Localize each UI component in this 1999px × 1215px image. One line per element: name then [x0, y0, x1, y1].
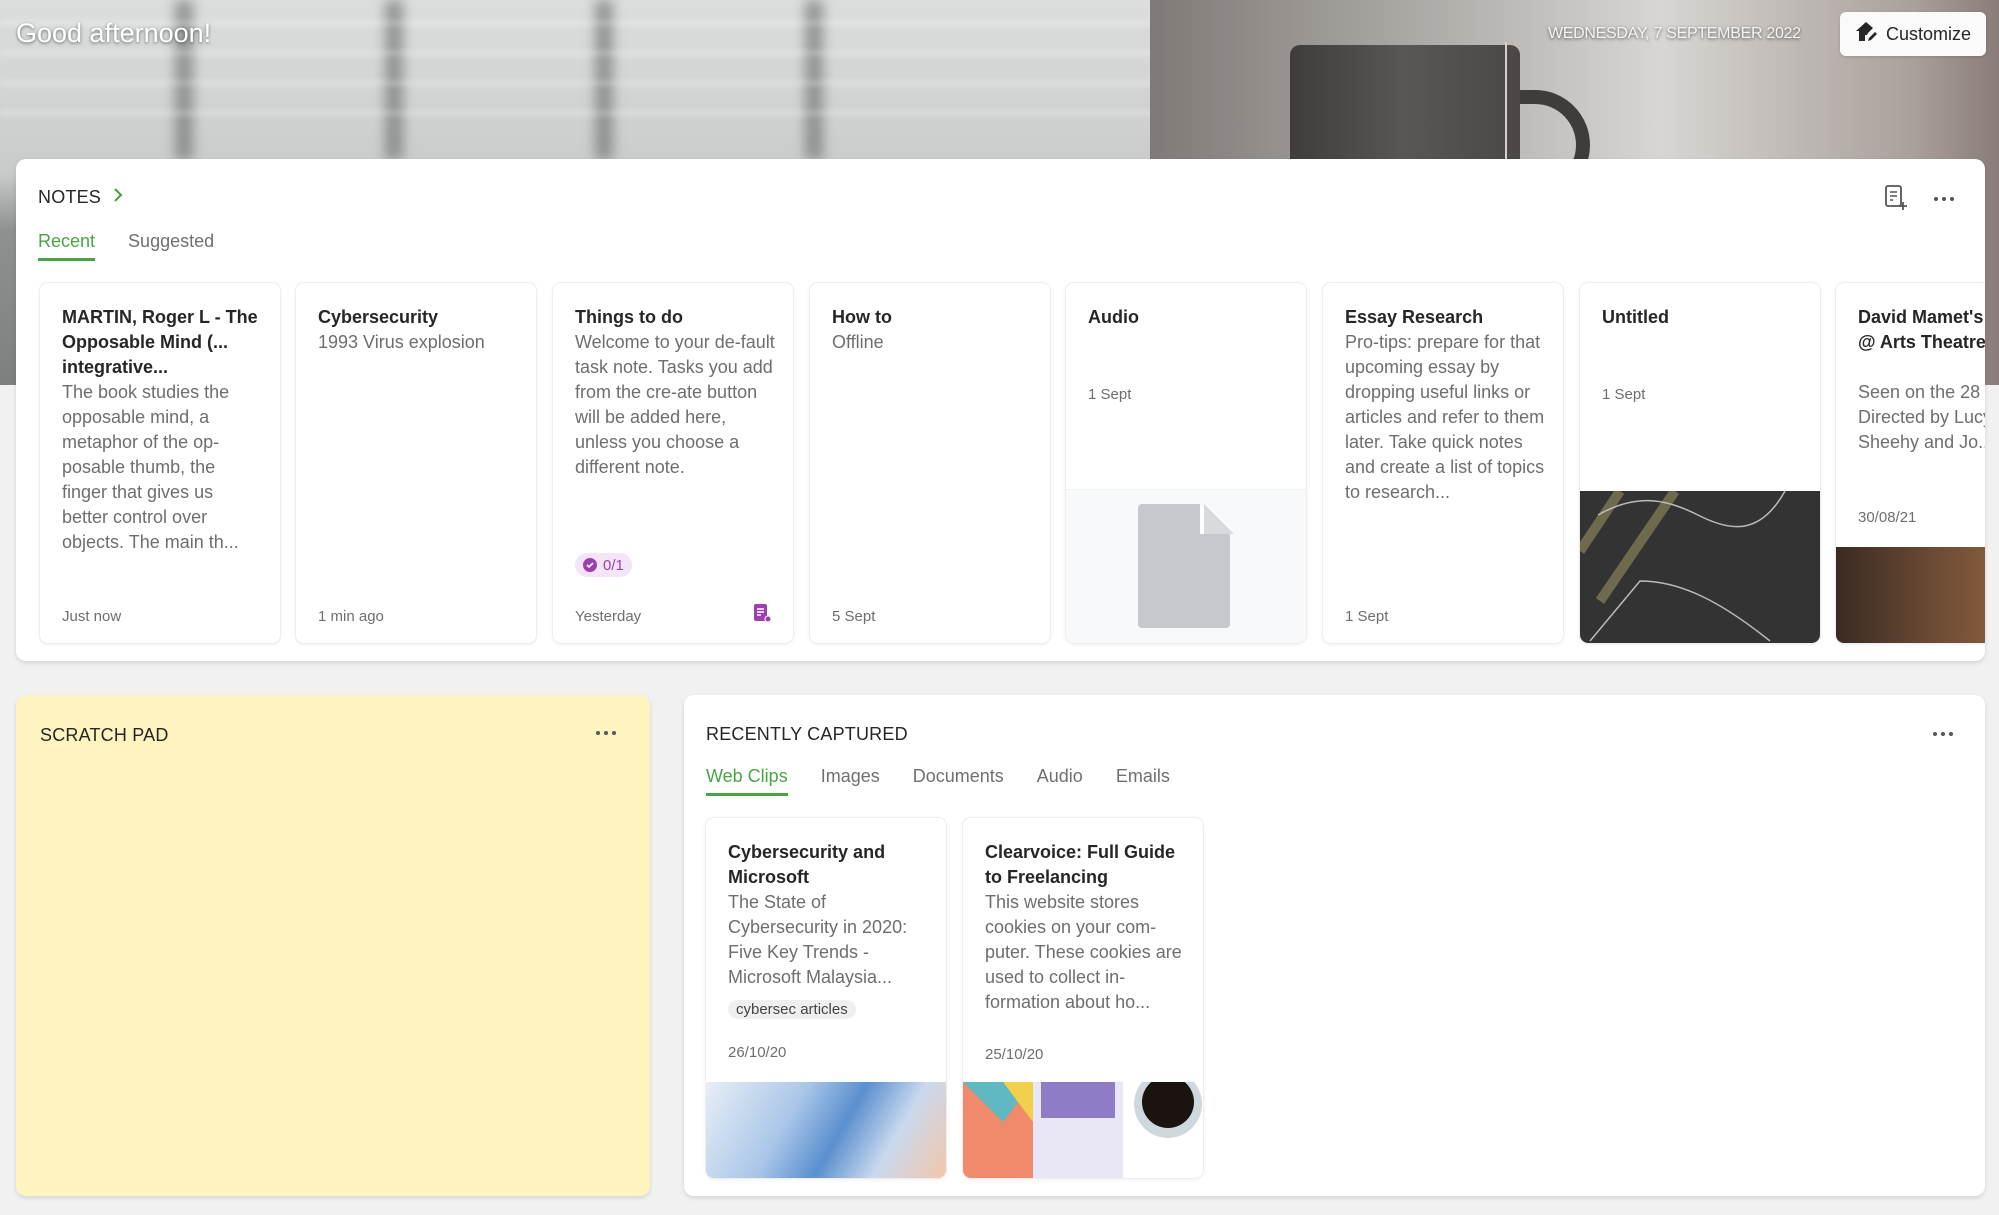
tab-web-clips[interactable]: Web Clips [706, 766, 788, 796]
clip-date: 26/10/20 [728, 1044, 787, 1061]
note-title: MARTIN, Roger L - The Opposable Mind (..… [62, 307, 258, 377]
blind-slat [0, 110, 1200, 116]
note-card[interactable]: Essay Research Pro-tips: prepare for tha… [1323, 283, 1563, 643]
recently-captured-panel: RECENTLY CAPTURED Web Clips Images Docum… [684, 695, 1985, 1196]
notes-tabs: Recent Suggested [38, 231, 214, 261]
web-clip-card[interactable]: Cybersecurity and Microsoft The State of… [706, 818, 946, 1178]
new-note-icon[interactable] [1884, 185, 1908, 216]
clip-preview: This website stores cookies on your com-… [985, 892, 1182, 1012]
web-clip-card[interactable]: Clearvoice: Full Guide to Freelancing Th… [963, 818, 1203, 1178]
home-edit-icon [1854, 20, 1878, 49]
note-date: 1 Sept [1602, 386, 1646, 403]
chevron-right-icon[interactable] [112, 186, 124, 209]
note-card[interactable]: Audio 1 Sept [1066, 283, 1306, 643]
customize-label: Customize [1886, 23, 1972, 44]
sketch-image [1580, 488, 1820, 643]
city-network-image [706, 1082, 946, 1178]
theatre-photo [1836, 547, 1985, 643]
note-card[interactable]: David Mamet's "Oleanna" @ Arts Theatre L… [1836, 283, 1985, 643]
note-title: Things to do [575, 307, 683, 327]
note-date: Just now [62, 608, 122, 625]
note-date: 1 min ago [318, 608, 384, 625]
task-check-icon [583, 558, 597, 572]
note-title: Essay Research [1345, 307, 1484, 327]
more-options-icon[interactable] [1933, 732, 1953, 736]
notes-title[interactable]: NOTES [38, 187, 101, 208]
note-title: How to [832, 307, 892, 327]
note-preview: Welcome to your de-fault task note. Task… [575, 332, 775, 477]
tab-documents[interactable]: Documents [913, 766, 1004, 796]
note-title: Untitled [1602, 307, 1669, 327]
tab-recent[interactable]: Recent [38, 231, 96, 261]
greeting: Good afternoon! [16, 18, 212, 48]
file-thumbnail [1066, 489, 1306, 643]
recently-captured-title: RECENTLY CAPTURED [706, 724, 908, 744]
note-date: 30/08/21 [1858, 509, 1917, 526]
note-date: Yesterday [575, 608, 642, 625]
tab-audio[interactable]: Audio [1037, 766, 1083, 796]
scratch-pad-title: SCRATCH PAD [40, 725, 169, 745]
clip-title: Cybersecurity and Microsoft [728, 842, 886, 887]
note-title: David Mamet's "Oleanna" @ Arts Theatre L… [1858, 307, 1985, 352]
note-title: Cybersecurity [318, 307, 439, 327]
note-date: 1 Sept [1345, 608, 1389, 625]
tab-images[interactable]: Images [821, 766, 880, 796]
clip-preview: The State of Cybersecurity in 2020: Five… [728, 892, 908, 987]
note-card[interactable]: How to Offline 5 Sept [810, 283, 1050, 643]
note-card[interactable]: Cybersecurity 1993 Virus explosion 1 min… [296, 283, 536, 643]
clip-date: 25/10/20 [985, 1046, 1044, 1063]
desk-coffee-image [963, 1070, 1203, 1178]
current-date: WEDNESDAY, 7 SEPTEMBER 2022 [1548, 25, 1801, 42]
clip-title: Clearvoice: Full Guide to Freelancing [985, 842, 1176, 887]
more-options-icon[interactable] [1934, 197, 1954, 201]
captured-tabs: Web Clips Images Documents Audio Emails [706, 766, 1170, 796]
clip-tag[interactable]: cybersec articles [728, 1000, 856, 1019]
note-date: 5 Sept [832, 608, 876, 625]
more-options-icon[interactable] [596, 731, 616, 735]
customize-button[interactable]: Customize [1840, 12, 1986, 56]
notes-panel: NOTES Recent Suggested MARTIN, Roger L -… [16, 159, 1985, 661]
note-card[interactable]: MARTIN, Roger L - The Opposable Mind (..… [40, 283, 280, 643]
note-preview: Seen on the 28 July, 2021. Directed by L… [1858, 382, 1985, 452]
blind-slat [0, 50, 1200, 56]
file-icon [1138, 504, 1234, 628]
tab-emails[interactable]: Emails [1116, 766, 1170, 796]
note-preview: Offline [832, 332, 884, 352]
note-date: 1 Sept [1088, 386, 1132, 403]
note-preview: The book studies the opposable mind, a m… [62, 382, 239, 552]
clip-tag-label: cybersec articles [728, 1000, 856, 1019]
task-note-icon [753, 603, 772, 628]
note-card[interactable]: Things to do Welcome to your de-fault ta… [553, 283, 793, 643]
blind-slat [0, 80, 1200, 86]
note-card[interactable]: Untitled 1 Sept [1580, 283, 1820, 643]
note-preview: 1993 Virus explosion [318, 332, 485, 352]
task-progress: 0/1 [603, 556, 624, 574]
note-preview: Pro-tips: prepare for that upcoming essa… [1345, 332, 1545, 502]
tab-suggested[interactable]: Suggested [128, 231, 214, 261]
note-title: Audio [1088, 307, 1139, 327]
scratch-pad-panel[interactable]: SCRATCH PAD [16, 695, 650, 1196]
task-progress-badge: 0/1 [575, 553, 632, 577]
